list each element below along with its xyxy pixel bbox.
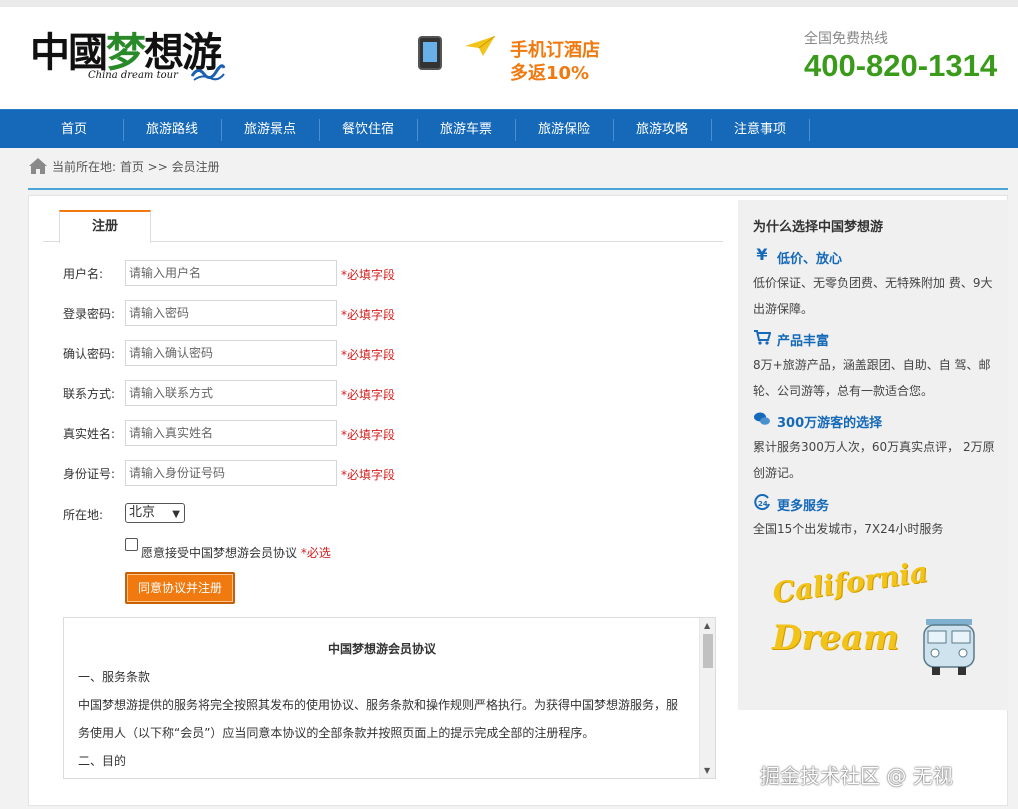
agree-label: 愿意接受中国梦想游会员协议 *必选	[141, 546, 331, 560]
feature-desc: 低价保证、无零负团费、无特殊附加 费、9大出游保障。	[753, 276, 993, 316]
agreement-line: 二、目的	[78, 754, 127, 768]
nav-item-routes[interactable]: 旅游路线	[123, 110, 221, 149]
feature-desc: 8万+旅游产品，涵盖跟团、自助、自 驾、邮轮、公司游等，总有一款适合您。	[753, 358, 991, 398]
confirm-password-input[interactable]	[125, 340, 337, 366]
logo-english-text: China dream tour	[88, 70, 178, 81]
agree-register-button[interactable]: 同意协议并注册	[125, 572, 235, 604]
chat-icon	[754, 412, 770, 425]
nav-item-attractions[interactable]: 旅游景点	[221, 110, 319, 149]
feature-desc: 累计服务300万人次，60万真实点评， 2万原创游记。	[753, 440, 995, 480]
site-header: 中國梦想游 China dream tour 手机订酒店 多返10% 全国免费热…	[0, 0, 1018, 109]
agreement-title: 中国梦想游会员协议	[327, 642, 436, 656]
hotline-number: 400-820-1314	[804, 48, 998, 83]
feature-label: 低价、放心	[777, 252, 843, 267]
why-choose-sidebar: 为什么选择中国梦想游 ¥ 低价、放心 低价保证、无零负团费、无特殊附加 费、9大…	[738, 200, 1008, 710]
chevron-down-icon: ▼	[172, 509, 180, 520]
field-label: 所在地:	[63, 508, 104, 522]
camper-van-icon	[923, 619, 975, 675]
field-label: 登录密码:	[63, 307, 116, 321]
agreement-line: 中国梦想游提供的服务将完全按照其发布的使用协议、服务条款和操作规则严格执行。为获…	[78, 698, 679, 712]
location-select[interactable]: 北京 ▼	[125, 503, 185, 523]
nav-divider	[809, 119, 810, 141]
required-note: *必填字段	[341, 388, 396, 402]
hotline-label: 全国免费热线	[804, 31, 888, 47]
contact-input[interactable]	[125, 380, 337, 406]
field-label: 身份证号:	[63, 467, 116, 481]
scroll-down-icon[interactable]: ▼	[704, 766, 710, 775]
required-note: *必填字段	[341, 268, 396, 282]
scroll-thumb[interactable]	[703, 634, 713, 668]
top-strip	[0, 0, 1018, 7]
yen-icon: ¥	[756, 245, 768, 264]
watermark: 掘金技术社区 @ 无视	[760, 764, 953, 788]
banner-text-line1: California	[770, 555, 930, 610]
sidebar-title: 为什么选择中国梦想游	[753, 220, 884, 235]
field-label: 确认密码:	[63, 347, 116, 361]
service-24-icon: 24	[754, 494, 770, 511]
phone-icon	[418, 36, 442, 70]
field-label: 真实姓名:	[63, 427, 116, 441]
breadcrumb: 当前所在地: 首页 >> 会员注册	[28, 148, 1008, 190]
tab-bar: 注册	[43, 210, 723, 243]
nav-item-notices[interactable]: 注意事项	[711, 110, 809, 149]
required-note: *必填字段	[341, 308, 396, 322]
paper-plane-icon	[465, 36, 495, 56]
required-note: *必填字段	[341, 348, 396, 362]
site-logo[interactable]: 中國梦想游 China dream tour	[30, 20, 230, 90]
feature-desc: 全国15个出发城市，7X24小时服务	[753, 522, 944, 536]
nav-item-dining-lodging[interactable]: 餐饮住宿	[319, 110, 417, 149]
feature-label: 产品丰富	[777, 334, 830, 349]
nav-item-guides[interactable]: 旅游攻略	[613, 110, 711, 149]
home-icon	[29, 158, 47, 174]
username-input[interactable]	[125, 260, 337, 286]
agreement-textbox[interactable]: 中国梦想游会员协议 一、服务条款 中国梦想游提供的服务将完全按照其发布的使用协议…	[63, 617, 716, 779]
nav-item-tickets[interactable]: 旅游车票	[417, 110, 515, 149]
password-input[interactable]	[125, 300, 337, 326]
nav-item-insurance[interactable]: 旅游保险	[515, 110, 613, 149]
field-label: 用户名:	[63, 267, 104, 281]
promo-text-line2: 多返10%	[510, 63, 590, 84]
california-dream-banner[interactable]: California Dream	[762, 555, 982, 685]
scroll-up-icon[interactable]: ▲	[704, 621, 710, 630]
feature-label: 300万游客的选择	[777, 416, 883, 431]
cart-icon	[754, 330, 771, 345]
id-number-input[interactable]	[125, 460, 337, 486]
required-note: *必填字段	[341, 468, 396, 482]
svg-text:24: 24	[758, 500, 768, 508]
nav-item-home[interactable]: 首页	[25, 110, 123, 149]
agreement-line: 务使用人（以下称“会员”）应当同意本协议的全部条款并按照页面上的提示完成全部的注…	[78, 726, 595, 740]
breadcrumb-text: 当前所在地: 首页 >> 会员注册	[52, 160, 220, 174]
real-name-input[interactable]	[125, 420, 337, 446]
location-selected-value: 北京	[129, 505, 156, 520]
feature-label: 更多服务	[777, 499, 830, 514]
field-label: 联系方式:	[63, 387, 116, 401]
agreement-scrollbar[interactable]: ▲ ▼	[699, 618, 715, 778]
required-note: *必填字段	[341, 428, 396, 442]
agree-checkbox[interactable]	[125, 538, 138, 551]
agreement-line: 一、服务条款	[78, 670, 151, 684]
banner-text-line2: Dream	[772, 618, 900, 658]
tab-register[interactable]: 注册	[59, 210, 151, 243]
mobile-hotel-promo[interactable]: 手机订酒店 多返10%	[410, 32, 610, 84]
main-nav: 首页 旅游路线 旅游景点 餐饮住宿 旅游车票 旅游保险 旅游攻略 注意事项	[0, 109, 1018, 148]
wave-icon	[190, 64, 226, 81]
